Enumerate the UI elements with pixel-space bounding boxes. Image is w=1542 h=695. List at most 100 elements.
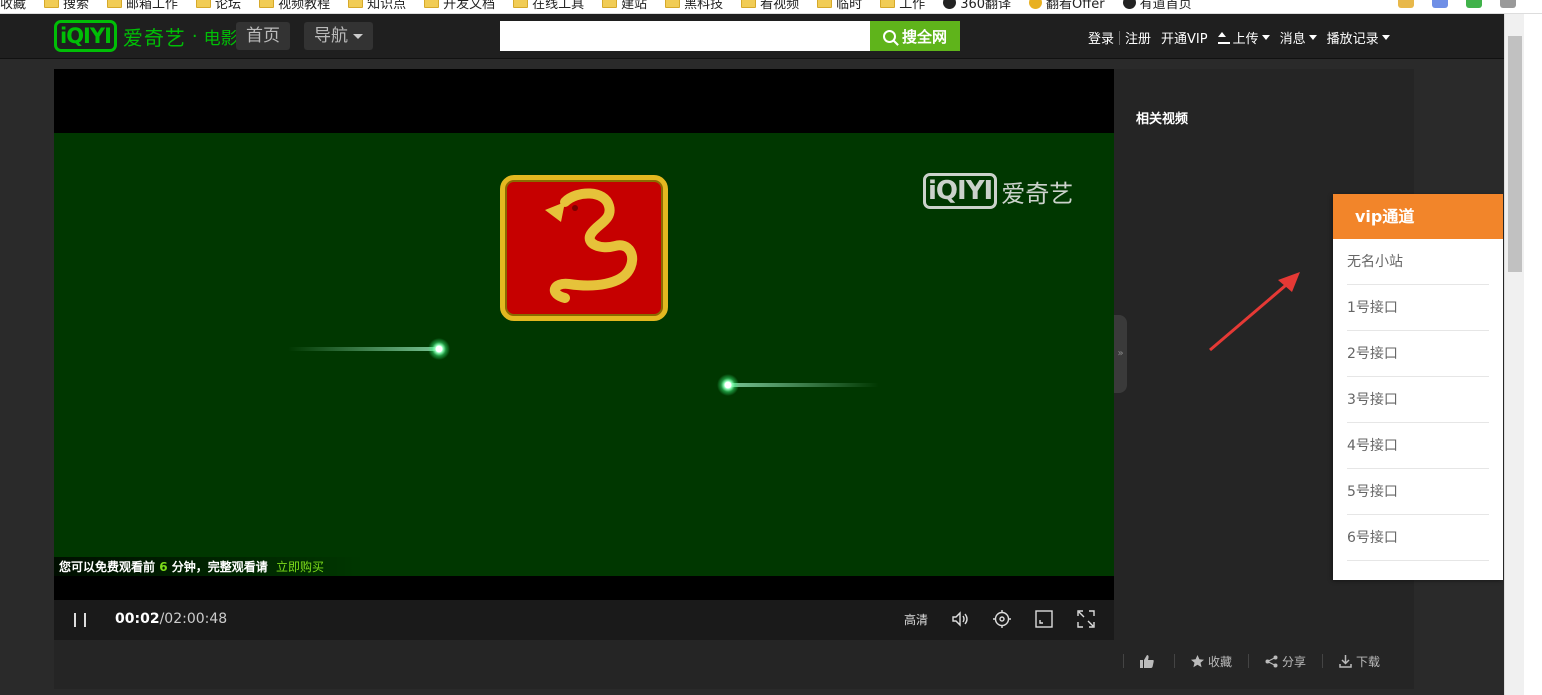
bookmark-folder[interactable]: 看视频 [741, 0, 799, 12]
bookmark-folder[interactable]: 建站 [602, 0, 647, 12]
watermark-logo-mark: iQIYI [923, 173, 998, 209]
red-arrow-annotation [1209, 272, 1300, 352]
channel-label[interactable]: 电影 [204, 24, 238, 49]
studio-dragon-logo [500, 175, 668, 321]
extension-icon[interactable] [1398, 0, 1414, 8]
download-icon [1339, 654, 1352, 668]
vip-interface-item[interactable]: 无名小站 [1347, 239, 1489, 285]
share-label: 分享 [1281, 654, 1306, 669]
browser-extension-icons [1398, 0, 1516, 8]
site-favicon-icon [1029, 0, 1043, 9]
quality-selector[interactable]: 高清 [904, 611, 928, 628]
bookmark-label: 视频教程 [278, 0, 331, 12]
nav-guide-dropdown[interactable]: 导航 [304, 22, 373, 50]
folder-icon [741, 0, 757, 8]
vip-interface-item[interactable]: 4号接口 [1347, 423, 1489, 469]
promo-suffix: 分钟，完整观看请 [171, 560, 268, 574]
player-right-controls: 高清 [904, 609, 1096, 629]
search-icon [882, 29, 896, 43]
vip-channel-panel: vip通道 无名小站 1号接口 2号接口 3号接口 4号接口 5号接口 6号接口 [1333, 194, 1503, 580]
video-player[interactable]: iQIYI 爱奇艺 您可以免费观看前 6 分钟，完整观看请 立即购买 00:02… [54, 69, 1114, 640]
like-button[interactable] [1122, 654, 1174, 668]
bookmark-folder[interactable]: 邮箱工作 [107, 0, 178, 12]
sidebar-collapse-handle[interactable]: » [1114, 315, 1127, 393]
register-link[interactable]: 注册 [1125, 28, 1151, 47]
search-button-label: 搜全网 [901, 27, 947, 46]
vip-interface-item[interactable]: 3号接口 [1347, 377, 1489, 423]
bookmark-label: 360翻译 [960, 0, 1012, 12]
bookmark-folder[interactable]: 论坛 [196, 0, 241, 12]
chevron-down-icon [1308, 35, 1317, 40]
bookmark-label: 知识点 [367, 0, 407, 12]
share-icon [1265, 655, 1278, 667]
extension-icon[interactable] [1466, 0, 1482, 8]
vip-interface-item[interactable]: 6号接口 [1347, 515, 1489, 561]
upload-label: 上传 [1232, 32, 1259, 47]
folder-icon [513, 0, 529, 8]
folder-icon [817, 0, 833, 8]
bookmark-folder[interactable]: 开发文档 [424, 0, 495, 12]
search-bar: 搜全网 [500, 21, 960, 51]
bookmark-label: 论坛 [215, 0, 242, 12]
page-edge [1524, 14, 1542, 695]
upload-icon [1217, 31, 1230, 44]
settings-gear-icon[interactable] [992, 609, 1012, 629]
extension-icon[interactable] [1432, 0, 1448, 8]
bookmark-label: 在线工具 [532, 0, 585, 12]
share-button[interactable]: 分享 [1247, 654, 1322, 669]
open-vip-link[interactable]: 开通VIP [1161, 28, 1208, 47]
nav-home-button[interactable]: 首页 [236, 22, 290, 50]
vip-interface-item[interactable]: 1号接口 [1347, 285, 1489, 331]
web-fullscreen-icon[interactable] [1034, 609, 1054, 629]
chevron-down-icon [353, 33, 363, 39]
site-logo[interactable]: iQIYI 爱奇艺 · 电影 [54, 19, 238, 53]
watermark: iQIYI 爱奇艺 [923, 173, 1073, 209]
bookmark-folder[interactable]: 工作 [880, 0, 925, 12]
menu-icon[interactable] [1500, 0, 1516, 8]
fullscreen-icon[interactable] [1076, 609, 1096, 629]
main-content: iQIYI 爱奇艺 您可以免费观看前 6 分钟，完整观看请 立即购买 00:02… [54, 69, 1414, 689]
bookmark-folder[interactable]: 临时 [817, 0, 862, 12]
bookmark-label: 搜索 [63, 0, 90, 12]
light-streak [288, 347, 438, 351]
logo-dot: · [191, 25, 198, 47]
free-preview-notice: 您可以免费观看前 6 分钟，完整观看请 立即购买 [54, 557, 364, 577]
search-button[interactable]: 搜全网 [870, 21, 960, 51]
bookmark-item[interactable]: 360翻译 [943, 0, 1011, 12]
vip-channel-list: 无名小站 1号接口 2号接口 3号接口 4号接口 5号接口 6号接口 [1333, 239, 1503, 561]
bookmarks-row: 收藏 搜索 邮箱工作 论坛 视频教程 知识点 开发文档 在线工具 建站 黑科技 看视频 临时 工作 360… [0, 0, 1210, 12]
dragon-emblem-icon [545, 188, 638, 303]
history-menu[interactable]: 播放记录 [1327, 28, 1390, 47]
bookmark-folder[interactable]: 在线工具 [513, 0, 584, 12]
site-favicon-icon [1122, 0, 1136, 9]
bookmark-folder[interactable]: 知识点 [348, 0, 406, 12]
bookmark-folder[interactable]: 黑科技 [665, 0, 723, 12]
video-frame[interactable]: iQIYI 爱奇艺 [54, 133, 1114, 576]
bookmark-label: 黑科技 [684, 0, 724, 12]
scrollbar-thumb[interactable] [1508, 36, 1522, 272]
site-favicon-icon [943, 0, 957, 9]
video-actions-bar: 收藏 分享 下载 [54, 640, 1414, 689]
bookmark-item[interactable]: 翻看Offer [1029, 0, 1105, 12]
upload-menu[interactable]: 上传 [1217, 28, 1270, 47]
page-scrollbar[interactable] [1504, 14, 1524, 695]
bookmark-folder[interactable]: 视频教程 [259, 0, 330, 12]
bookmark-item[interactable]: 收藏 [0, 0, 26, 12]
collect-button[interactable]: 收藏 [1173, 654, 1248, 669]
buy-now-link[interactable]: 立即购买 [276, 560, 324, 574]
search-input[interactable] [500, 21, 870, 51]
pause-icon[interactable] [74, 613, 86, 627]
download-button[interactable]: 下载 [1321, 654, 1396, 669]
folder-icon [602, 0, 618, 8]
volume-icon[interactable] [950, 609, 970, 629]
bookmark-item[interactable]: 有道首页 [1122, 0, 1192, 12]
chevron-down-icon [1381, 35, 1390, 40]
site-header: iQIYI 爱奇艺 · 电影 首页 导航 搜全网 登录 注册 开通VIP 上传 … [0, 14, 1504, 59]
bookmark-folder[interactable]: 搜索 [44, 0, 89, 12]
login-link[interactable]: 登录 [1088, 28, 1114, 47]
bookmarks-bar: 收藏 搜索 邮箱工作 论坛 视频教程 知识点 开发文档 在线工具 建站 黑科技 看视频 临时 工作 360… [0, 0, 1542, 14]
promo-minutes: 6 [159, 560, 168, 574]
messages-menu[interactable]: 消息 [1280, 28, 1317, 47]
vip-interface-item[interactable]: 2号接口 [1347, 331, 1489, 377]
vip-interface-item[interactable]: 5号接口 [1347, 469, 1489, 515]
